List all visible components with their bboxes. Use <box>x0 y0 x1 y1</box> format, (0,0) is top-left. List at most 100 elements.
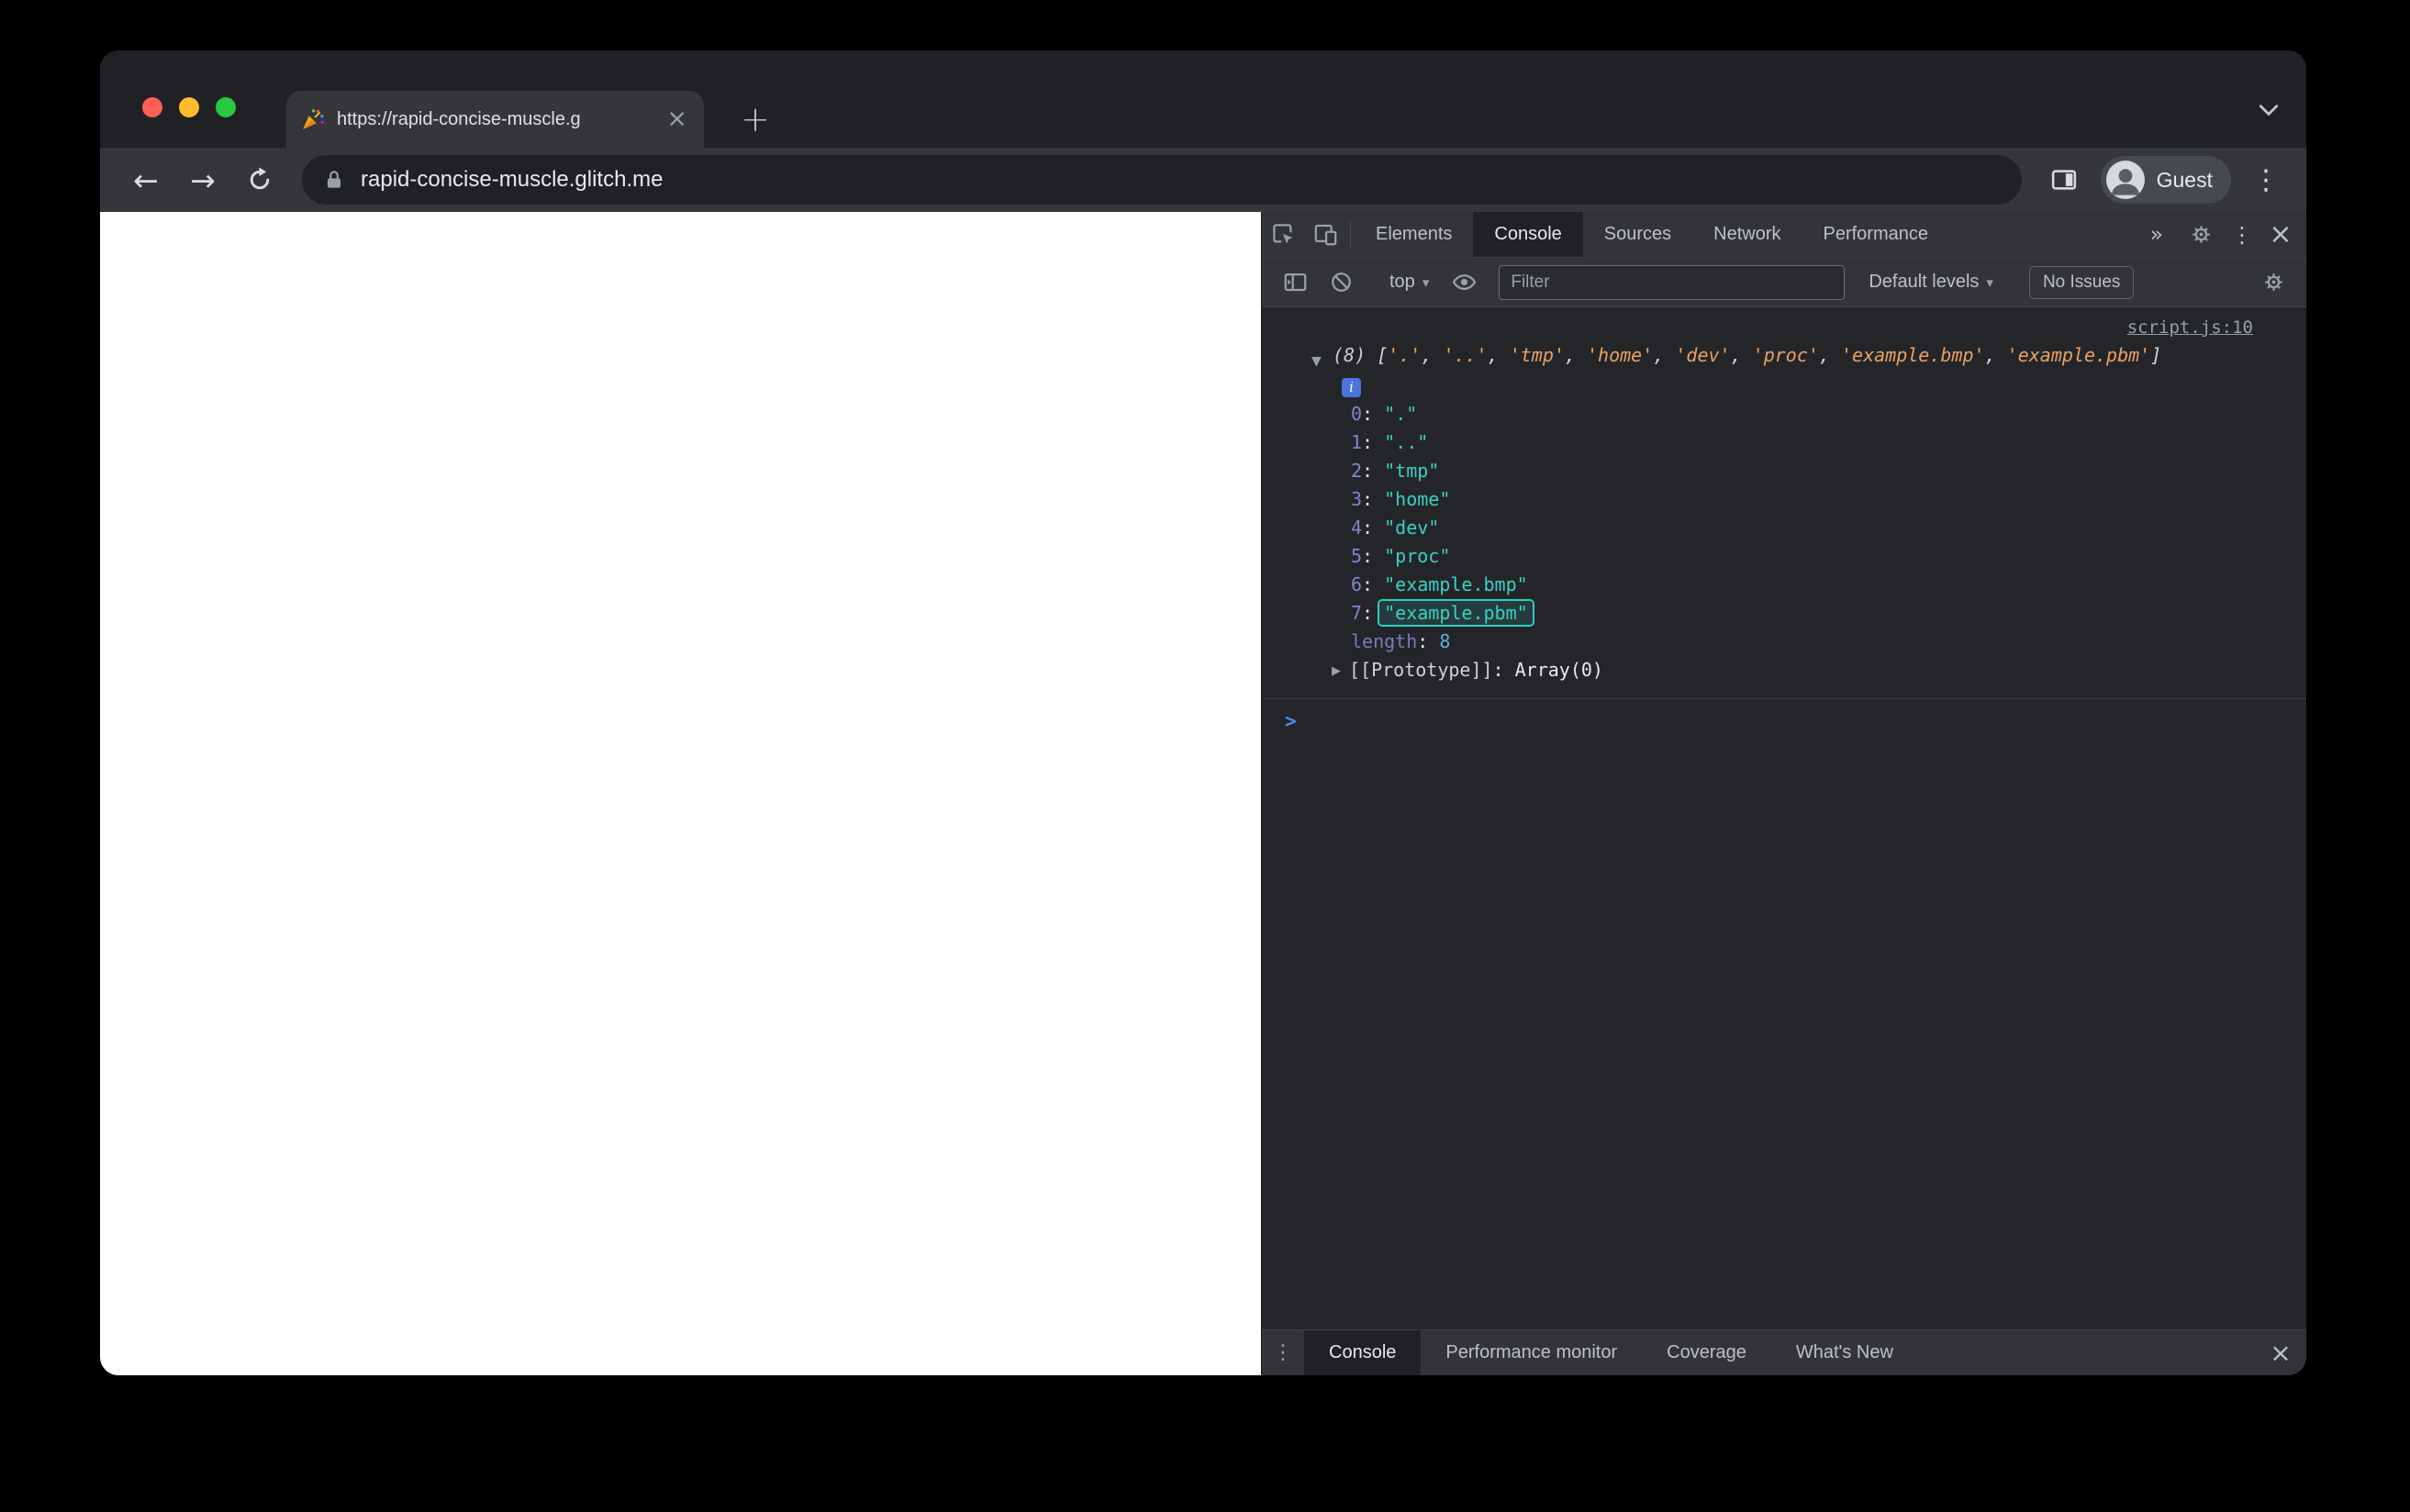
entry-index: 3 <box>1351 487 1363 510</box>
url-text: rapid-concise-muscle.glitch.me <box>361 167 664 192</box>
colon: : <box>1362 487 1385 510</box>
info-row: i <box>1342 374 2284 397</box>
preview-string: 'example.pbm' <box>2006 344 2151 366</box>
array-entry-row-3: 3: "home" <box>1351 485 2284 514</box>
drawer-tab-what-s-new[interactable]: What's New <box>1771 1330 1918 1375</box>
preview-string: 'proc' <box>1752 344 1819 366</box>
length-key: length <box>1351 629 1418 652</box>
separator: , <box>1818 344 1842 366</box>
entry-value: ".." <box>1384 430 1429 453</box>
drawer-tab-console[interactable]: Console <box>1304 1330 1422 1375</box>
entry-value: "proc" <box>1384 544 1451 567</box>
chevron-down-icon: ▾ <box>1422 273 1430 291</box>
tab-overflow-chevron-icon[interactable] <box>2255 96 2282 118</box>
preview-string: 'tmp' <box>1509 344 1565 366</box>
devtools-tab-network[interactable]: Network <box>1692 212 1802 257</box>
array-entry-row-1: 1: ".." <box>1351 428 2284 457</box>
array-count: (8) <box>1333 344 1367 366</box>
bracket-open: [ <box>1366 344 1389 366</box>
preview-string: 'example.bmp' <box>1841 344 1985 366</box>
tab-close-icon[interactable]: × <box>666 106 687 131</box>
fullscreen-window-button[interactable] <box>216 97 236 117</box>
devtools-tab-sources[interactable]: Sources <box>1583 212 1692 257</box>
separator: , <box>1984 344 2007 366</box>
forward-button[interactable]: → <box>183 155 223 205</box>
tab-title: https://rapid-concise-muscle.g <box>337 108 581 129</box>
clear-console-icon[interactable] <box>1321 270 1361 295</box>
browser-window: https://rapid-concise-muscle.g × + ← → r… <box>100 50 2306 1375</box>
avatar <box>2105 161 2145 199</box>
devtools-tabbar: Elements Console Sources Network Performance… <box>1262 212 2306 258</box>
array-preview: (8) ['.', '..', 'tmp', 'home', 'dev', 'p… <box>1333 341 2161 370</box>
entry-value: "dev" <box>1384 516 1440 539</box>
levels-label: Default levels <box>1869 272 1980 292</box>
devtools-drawer: ⋮ Console Performance monitor Coverage What… <box>1262 1329 2306 1375</box>
reload-button[interactable] <box>240 155 280 205</box>
separator: , <box>1421 344 1444 366</box>
length-value: 8 <box>1439 629 1451 652</box>
expand-triangle-icon[interactable]: ▼ <box>1311 348 1322 376</box>
side-panel-icon[interactable] <box>2044 155 2084 205</box>
profile-name: Guest <box>2156 167 2213 192</box>
filter-input[interactable] <box>1499 264 1846 300</box>
window-controls <box>142 97 236 117</box>
console-sidebar-icon[interactable] <box>1275 270 1315 295</box>
drawer-tabs: Console Performance monitor Coverage What's… <box>1304 1330 1918 1375</box>
log-levels-selector[interactable]: Default levels ▾ <box>1859 272 2003 293</box>
divider <box>1350 221 1351 248</box>
device-toolbar-icon[interactable] <box>1304 212 1346 257</box>
console-prompt[interactable]: > <box>1262 699 2306 732</box>
collapsed-triangle-icon[interactable]: ▶ <box>1332 664 1341 678</box>
lock-icon[interactable] <box>322 168 346 192</box>
entry-index: 5 <box>1351 544 1363 567</box>
new-tab-button[interactable]: + <box>735 91 775 148</box>
entry-index: 7 <box>1351 601 1363 624</box>
entry-index: 2 <box>1351 459 1363 482</box>
devtools-tab-elements[interactable]: Elements <box>1355 212 1473 257</box>
devtools-tab-console[interactable]: Console <box>1473 212 1583 257</box>
info-icon: i <box>1342 377 1361 397</box>
drawer-menu-icon[interactable]: ⋮ <box>1262 1330 1304 1375</box>
browser-tab[interactable]: https://rapid-concise-muscle.g × <box>286 91 704 148</box>
console-message-body: ▼ (8) ['.', '..', 'tmp', 'home', 'dev', … <box>1262 341 2284 685</box>
address-bar[interactable]: rapid-concise-muscle.glitch.me <box>302 155 2022 205</box>
prototype-row[interactable]: ▶ [[Prototype]]: Array(0) <box>1332 656 2284 685</box>
window-content: Elements Console Sources Network Performance… <box>100 212 2306 1375</box>
back-button[interactable]: ← <box>126 155 166 205</box>
console-settings-gear-icon[interactable] <box>2253 270 2293 295</box>
minimize-window-button[interactable] <box>179 97 199 117</box>
devtools-tabs: Elements Console Sources Network Performance <box>1355 212 1949 257</box>
close-window-button[interactable] <box>142 97 162 117</box>
more-panels-icon[interactable]: » <box>2137 223 2176 247</box>
console-output[interactable]: script.js:10 ▼ (8) ['.', '..', 'tmp', 'h… <box>1262 307 2306 1329</box>
issues-badge[interactable]: No Issues <box>2028 265 2135 299</box>
live-expression-eye-icon[interactable] <box>1444 270 1484 295</box>
inspect-element-icon[interactable] <box>1262 212 1304 257</box>
preview-string: '.' <box>1388 344 1422 366</box>
context-selector[interactable]: top ▾ <box>1380 272 1438 293</box>
entry-value: "home" <box>1384 487 1451 510</box>
settings-gear-icon[interactable] <box>2180 222 2222 247</box>
profile-chip[interactable]: Guest <box>2100 156 2231 204</box>
browser-menu-icon[interactable]: ⋮ <box>2249 155 2282 205</box>
prompt-chevron-icon: > <box>1285 709 1297 732</box>
array-preview-items: ['.', '..', 'tmp', 'home', 'dev', 'proc'… <box>1366 344 2161 366</box>
drawer-close-icon[interactable]: × <box>2255 1330 2306 1375</box>
array-entry-row-7: 7: "example.pbm" <box>1351 599 2284 628</box>
colon: : <box>1362 516 1385 539</box>
drawer-tab-coverage[interactable]: Coverage <box>1642 1330 1771 1375</box>
devtools-menu-icon[interactable]: ⋮ <box>2226 222 2259 248</box>
drawer-tab-performance-monitor[interactable]: Performance monitor <box>1421 1330 1642 1375</box>
preview-string: 'home' <box>1587 344 1654 366</box>
devtools-tab-performance[interactable]: Performance <box>1802 212 1950 257</box>
screen-background: https://rapid-concise-muscle.g × + ← → r… <box>0 0 2410 1512</box>
colon: : <box>1362 459 1385 482</box>
entry-index: 0 <box>1351 402 1363 425</box>
preview-string: '..' <box>1443 344 1488 366</box>
console-source-link[interactable]: script.js:10 <box>2127 317 2253 338</box>
array-entry-row-2: 2: "tmp" <box>1351 457 2284 485</box>
entry-value: "example.bmp" <box>1384 573 1528 595</box>
page-content[interactable] <box>100 212 1261 1375</box>
devtools-close-icon[interactable]: × <box>2262 218 2299 250</box>
colon: : <box>1492 658 1515 681</box>
